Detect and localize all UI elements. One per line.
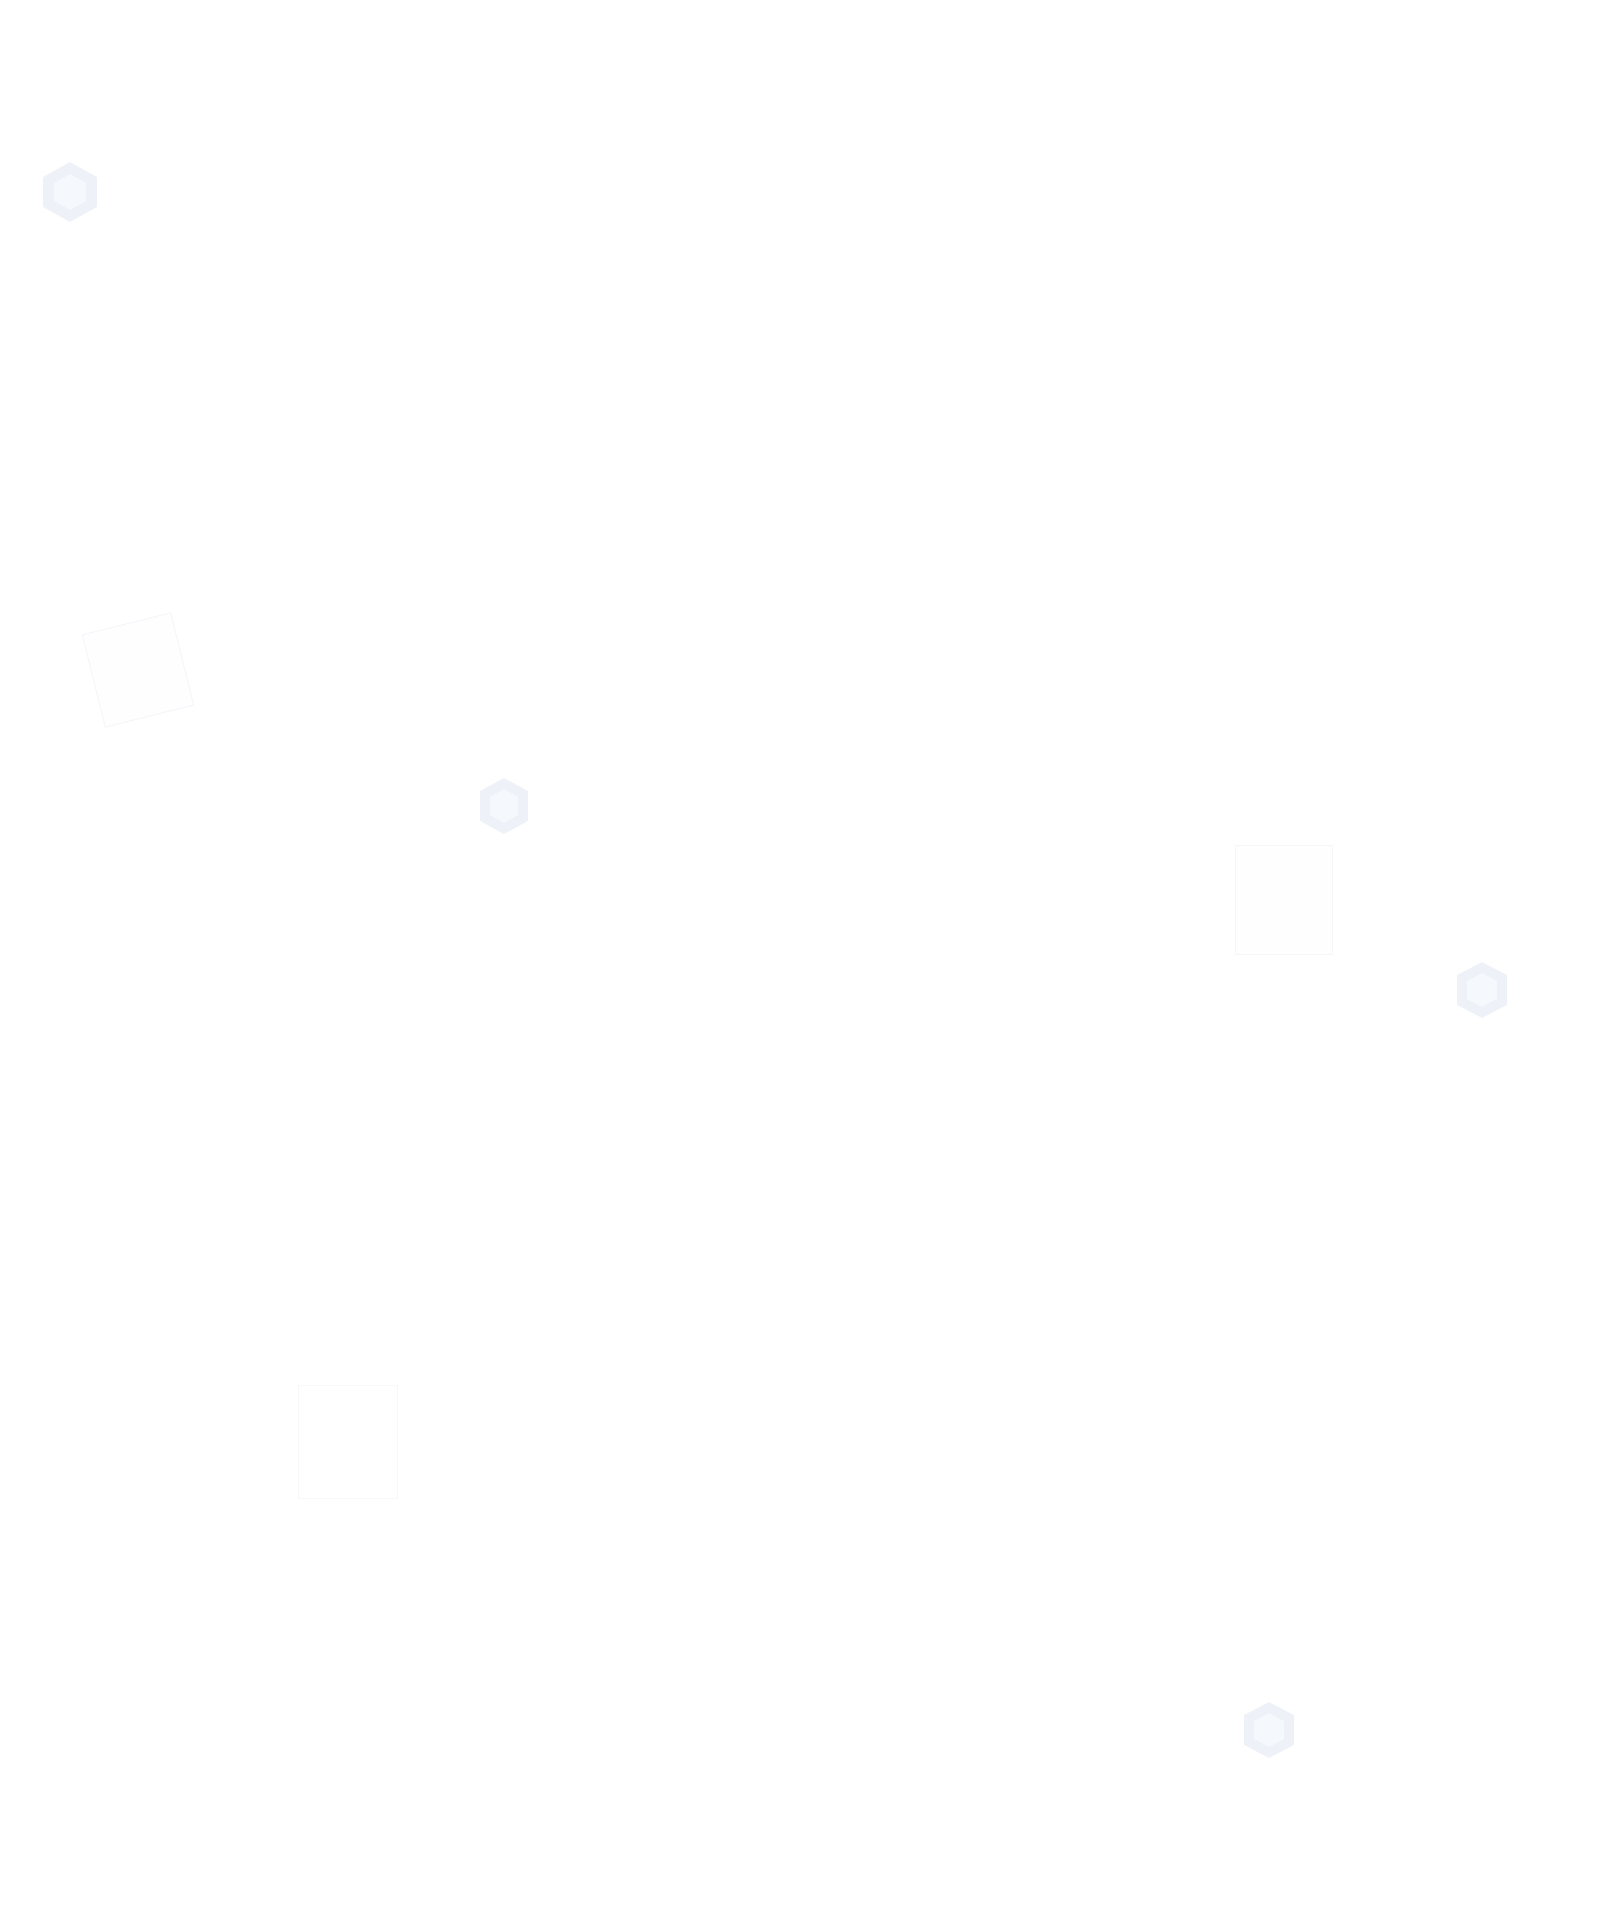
square-outline-icon bbox=[81, 612, 195, 728]
blank-page-background bbox=[0, 0, 1600, 1908]
hexagon-icon bbox=[477, 776, 531, 836]
square-outline-icon bbox=[1235, 845, 1333, 955]
hexagon-icon bbox=[1454, 960, 1510, 1020]
hexagon-icon bbox=[1241, 1700, 1297, 1760]
hexagon-icon bbox=[40, 160, 100, 224]
square-outline-icon bbox=[298, 1385, 398, 1499]
